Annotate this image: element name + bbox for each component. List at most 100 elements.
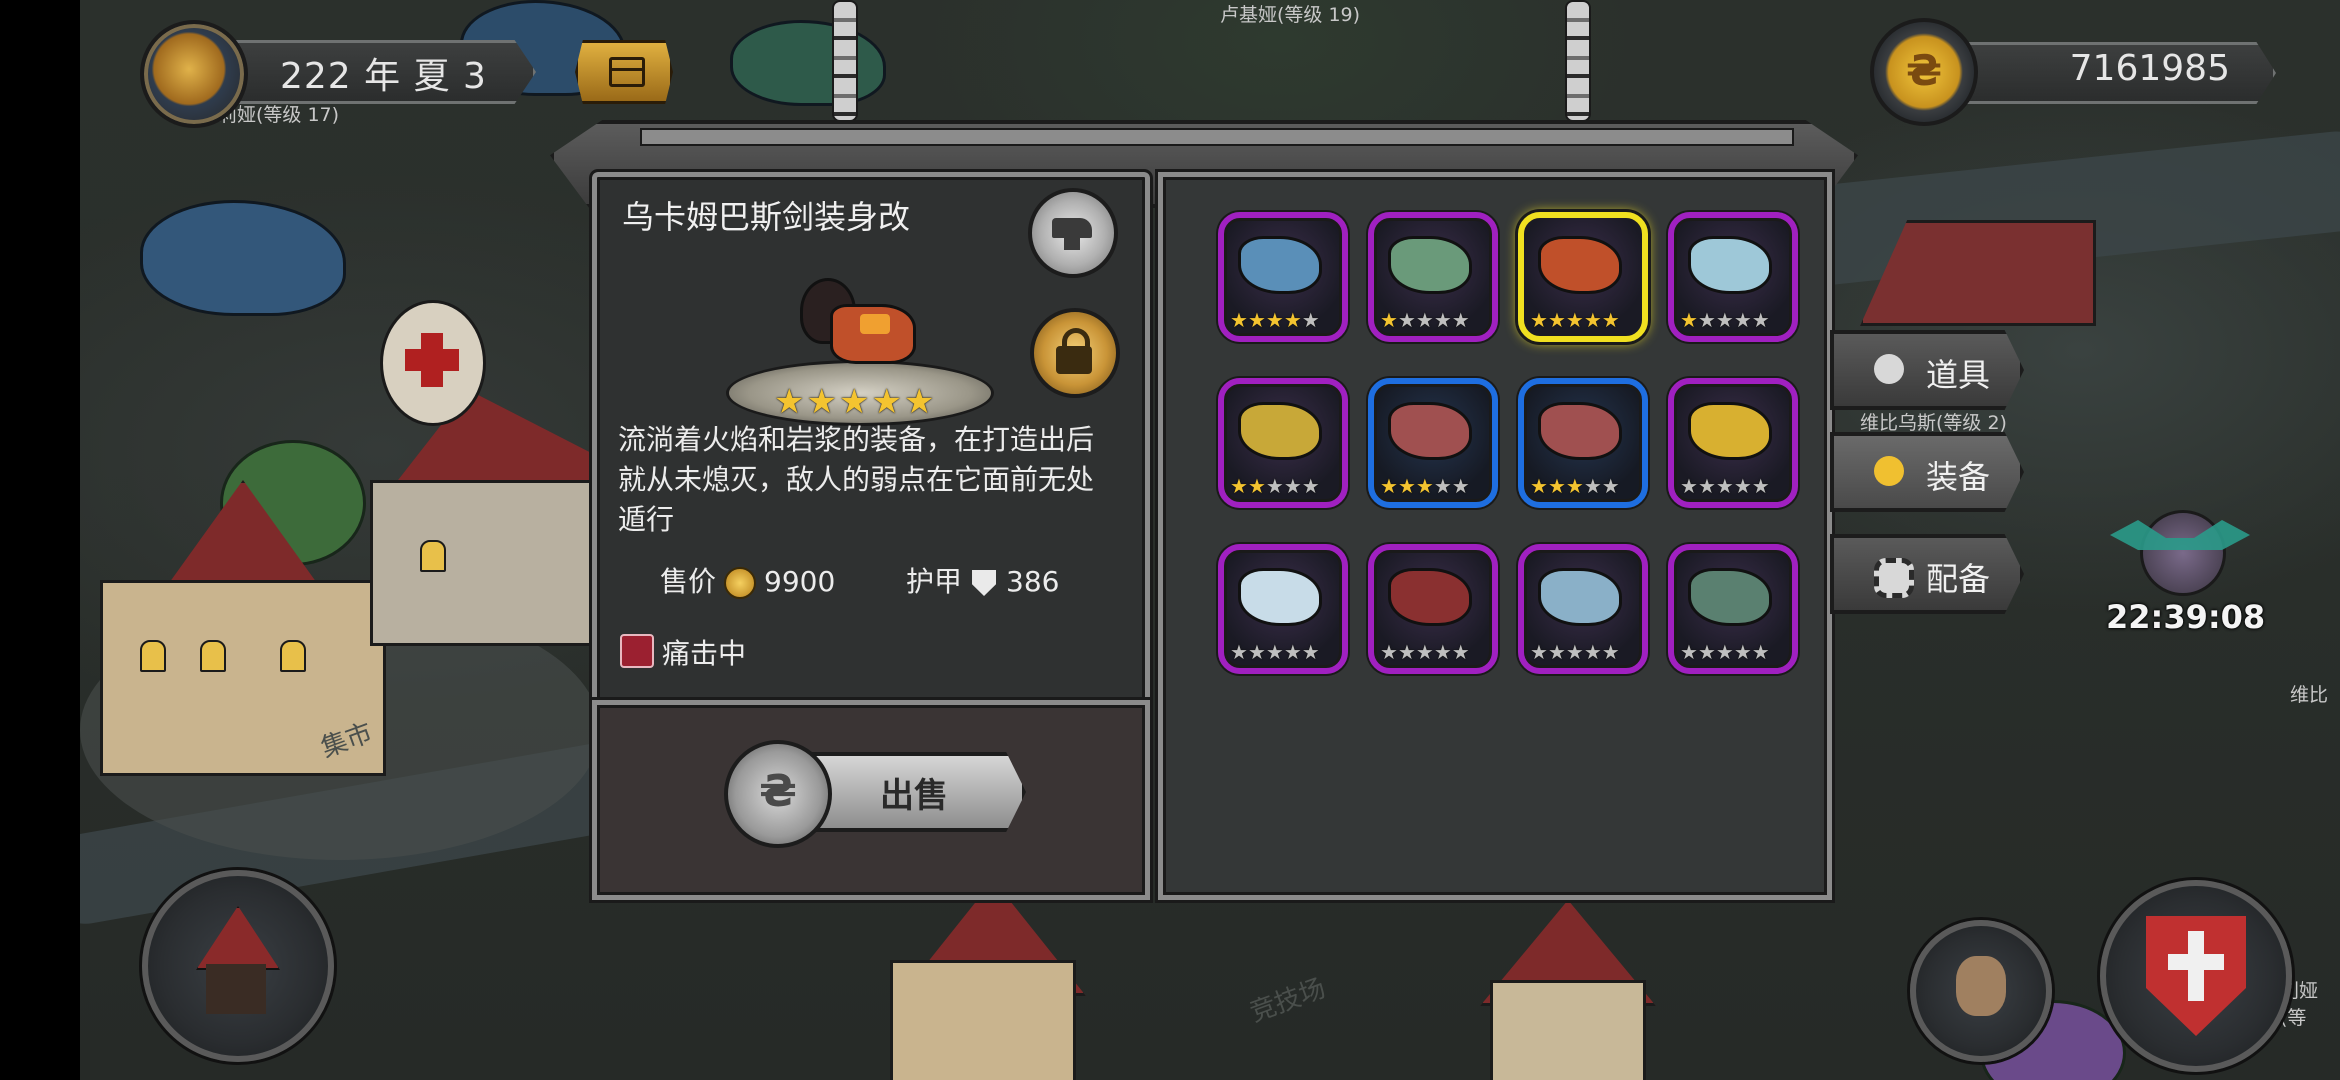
helmet-icon — [1874, 456, 1904, 486]
slot-star-rating: ★ ★ ★ ★ ★ — [1380, 640, 1470, 664]
lock-icon — [1056, 328, 1092, 374]
slot-star-rating: ★ ★ ★ ★ ★ — [1380, 308, 1470, 332]
star-icon: ★ — [1751, 474, 1770, 498]
star-icon: ★ — [1751, 640, 1770, 664]
equipment-item-icon — [1688, 236, 1772, 294]
equipment-item-icon — [1388, 236, 1472, 294]
sell-label: 出售 — [880, 776, 948, 816]
star-icon: ★ — [1247, 640, 1266, 664]
sell-button[interactable]: ₴ 出售 — [708, 740, 1028, 848]
tab-label: 道具 — [1926, 356, 1991, 394]
price-label: 售价 — [660, 565, 717, 598]
item-preview-image — [800, 274, 920, 370]
dialog-frame-rail — [640, 128, 1794, 146]
star-icon: ★ — [1583, 640, 1602, 664]
forge-button[interactable] — [1028, 188, 1118, 278]
star-icon: ★ — [1680, 474, 1698, 498]
equipment-slot[interactable]: ★ ★ ★ ★ ★ — [1518, 212, 1648, 342]
star-icon: ★ — [1547, 474, 1566, 498]
star-icon: ★ — [1733, 474, 1752, 498]
slot-star-rating: ★ ★ ★ ★ ★ — [1380, 474, 1470, 498]
star-icon: ★ — [1601, 308, 1620, 332]
shield-icon — [972, 570, 997, 596]
equipment-slot[interactable]: ★ ★ ★ ★ ★ — [1518, 378, 1648, 508]
star-icon: ★ — [1265, 308, 1284, 332]
bird-creature[interactable] — [730, 20, 886, 106]
game-world[interactable]: 卢基娅(等级 19) 莉娅(等级 17) 维比乌斯(等级 2) 维比 利娅(等 … — [80, 0, 2340, 1080]
star-icon: ★ — [1283, 640, 1302, 664]
star-icon: ★ — [1547, 308, 1566, 332]
coin-display[interactable]: ₴ 7161985 — [1870, 18, 2290, 126]
equipment-slot[interactable]: ★ ★ ★ ★ ★ — [1218, 544, 1348, 674]
equipment-slot[interactable]: ★ ★ ★ ★ ★ — [1368, 544, 1498, 674]
slot-star-rating: ★ ★ ★ ★ ★ — [1530, 308, 1620, 332]
star-icon: ★ — [1283, 308, 1302, 332]
equipment-slot[interactable]: ★ ★ ★ ★ ★ — [1518, 544, 1648, 674]
guild-shield-button[interactable] — [2100, 880, 2292, 1072]
medic-balloon[interactable] — [380, 300, 486, 426]
date-text: 222 年 夏 3 — [280, 56, 487, 97]
equipment-slot[interactable]: ★ ★ ★ ★ ★ — [1368, 212, 1498, 342]
star-icon: ★ — [1415, 640, 1434, 664]
slot-star-rating: ★ ★ ★ ★ ★ — [1230, 474, 1320, 498]
journal-button[interactable] — [575, 40, 673, 104]
slot-star-rating: ★ ★ ★ ★ ★ — [1530, 640, 1620, 664]
star-icon: ★ — [1697, 640, 1716, 664]
date-display[interactable]: 222 年 夏 3 — [140, 20, 560, 128]
equipment-slot[interactable]: ★ ★ ★ ★ ★ — [1668, 212, 1798, 342]
equipment-slot[interactable]: ★ ★ ★ ★ ★ — [1218, 378, 1348, 508]
item-star-rating: ★ ★ ★ ★ ★ — [774, 382, 934, 422]
skill-name: 痛击中 — [662, 637, 747, 670]
price-stat: 售价 9900 — [660, 560, 835, 600]
slot-star-rating: ★ ★ ★ ★ ★ — [1680, 474, 1770, 498]
star-icon: ★ — [1715, 308, 1734, 332]
star-icon: ★ — [1530, 474, 1548, 498]
equipment-slot[interactable]: ★ ★ ★ ★ ★ — [1668, 544, 1798, 674]
star-icon: ★ — [1715, 474, 1734, 498]
item-description: 流淌着火焰和岩浆的装备，在打造出后就从未熄灭，敌人的弱点在它面前无处遁行 — [618, 423, 1095, 536]
tab-label: 装备 — [1926, 458, 1991, 496]
anvil-icon — [1052, 218, 1092, 250]
equipment-slot[interactable]: ★ ★ ★ ★ ★ — [1668, 378, 1798, 508]
star-icon: ★ — [1680, 640, 1698, 664]
star-icon: ★ — [1433, 640, 1452, 664]
town-button[interactable] — [142, 870, 334, 1062]
star-icon: ★ — [1733, 308, 1752, 332]
star-icon: ★ — [1433, 308, 1452, 332]
slot-star-rating: ★ ★ ★ ★ ★ — [1680, 640, 1770, 664]
chain-decoration — [832, 0, 858, 122]
equipment-item-icon — [1388, 568, 1472, 626]
star-icon: ★ — [1230, 640, 1248, 664]
coin-icon — [724, 567, 757, 599]
tab-bag[interactable]: 道具 — [1830, 330, 2024, 410]
star-icon: ★ — [1415, 308, 1434, 332]
slot-star-rating: ★ ★ ★ ★ ★ — [1530, 474, 1620, 498]
equipment-slot[interactable]: ★ ★ ★ ★ ★ — [1368, 378, 1498, 508]
slot-star-rating: ★ ★ ★ ★ ★ — [1230, 640, 1320, 664]
adventurer-button[interactable] — [1910, 920, 2052, 1062]
coin-amount: 7161985 — [2069, 48, 2230, 89]
tab-label: 配备 — [1926, 560, 1991, 598]
tab-gear[interactable]: 配备 — [1830, 534, 2024, 614]
equipment-item-icon — [1238, 402, 1322, 460]
arena-ground-label: 竞技场 — [1246, 973, 1330, 1029]
armor-stat: 护甲 386 — [906, 560, 1059, 600]
star-icon: ★ — [1415, 474, 1434, 498]
star-icon: ★ — [806, 382, 837, 422]
star-icon: ★ — [1397, 308, 1416, 332]
coin-icon: ₴ — [1870, 18, 1978, 126]
star-icon: ★ — [1530, 308, 1548, 332]
silver-coin-icon: ₴ — [724, 740, 832, 848]
item-name: 乌卡姆巴斯剑装身改 — [622, 198, 911, 236]
equipment-slot[interactable]: ★ ★ ★ ★ ★ — [1218, 212, 1348, 342]
dinosaur-creature[interactable] — [140, 200, 346, 316]
star-icon: ★ — [1530, 640, 1548, 664]
monster-portrait-icon — [2140, 510, 2226, 596]
star-icon: ★ — [1301, 474, 1320, 498]
star-icon: ★ — [1451, 308, 1470, 332]
equipment-item-icon — [1688, 568, 1772, 626]
skill-icon[interactable] — [620, 634, 654, 668]
tab-helmet[interactable]: 装备 — [1830, 432, 2024, 512]
lock-button[interactable] — [1030, 308, 1120, 398]
equipment-item-icon — [1238, 568, 1322, 626]
